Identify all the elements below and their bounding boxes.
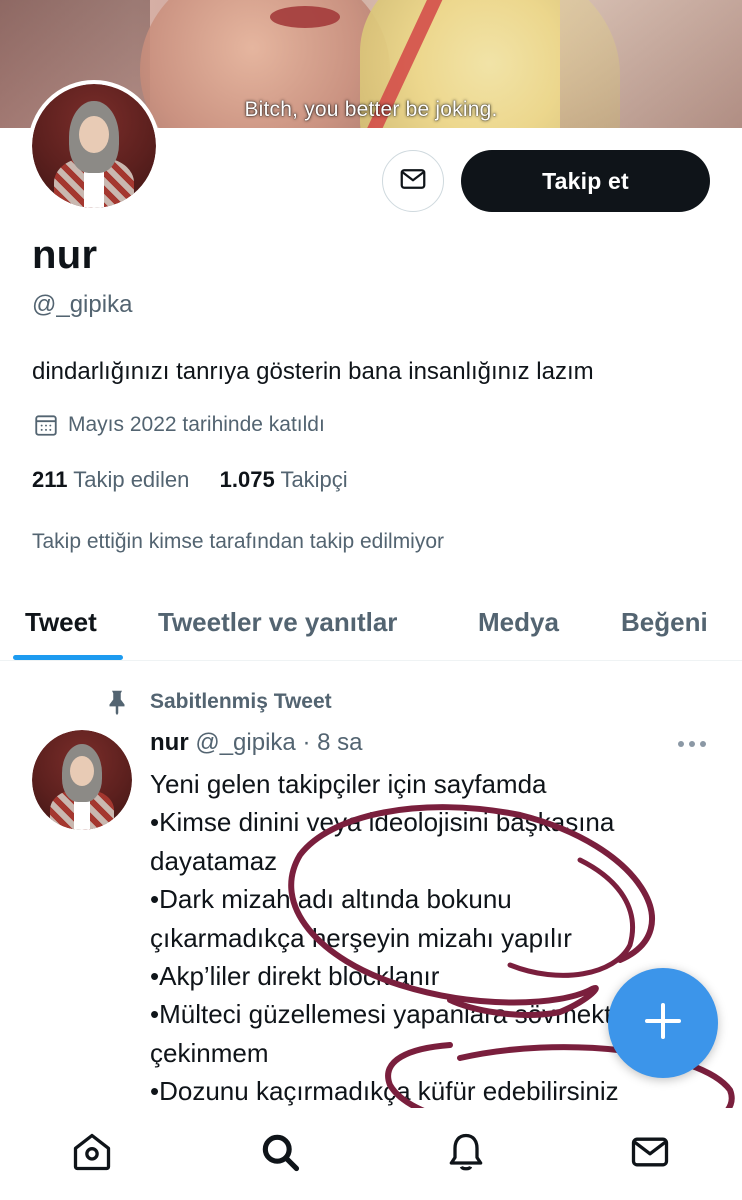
tweet-avatar[interactable] (32, 730, 132, 830)
follow-button[interactable]: Takip et (461, 150, 710, 212)
search-icon (258, 1130, 302, 1179)
pinned-tweet-label: Sabitlenmiş Tweet (100, 685, 332, 719)
pinned-text: Sabitlenmiş Tweet (150, 690, 332, 713)
tab-media[interactable]: Medya (478, 585, 559, 660)
avatar-image (32, 84, 156, 208)
tweet-author-name[interactable]: nur (150, 729, 189, 756)
bell-icon (444, 1130, 488, 1179)
followers-label: Takipçi (280, 467, 348, 492)
tweet-line: •Dark mizah adı altında bokunu (150, 884, 512, 915)
tab-tweet[interactable]: Tweet (25, 585, 97, 660)
mutuals-note: Takip ettiğin kimse tarafından takip edi… (32, 530, 445, 553)
plus-icon (643, 1001, 683, 1046)
pin-icon (100, 685, 134, 719)
tweet-separator: · (302, 729, 311, 756)
followers-count: 1.075 (219, 467, 275, 492)
tweet-author-handle[interactable]: @_gipika (195, 729, 295, 756)
tweet-line: çıkarmadıkça herşeyin mizahı yapılır (150, 922, 572, 953)
tweet-avatar-image (32, 730, 132, 830)
tweet-line: Yeni gelen takipçiler için sayfamda (150, 769, 547, 799)
compose-button[interactable] (608, 968, 718, 1078)
profile-bio: dindarlığınızı tanrıya gösterin bana ins… (32, 358, 594, 385)
tab-likes[interactable]: Beğeni (621, 585, 708, 660)
mail-icon (628, 1130, 672, 1179)
profile-page: Bitch, you better be joking. Takip et nu… (0, 0, 742, 1200)
tweet-line: dayatamaz (150, 845, 278, 876)
nav-messages[interactable] (626, 1130, 674, 1178)
tweet-line: •Dozunu kaçırmadıkça küfür edebilirsiniz (150, 1076, 619, 1107)
tweet-header: nur @_gipika · 8 sa (150, 729, 362, 757)
home-icon (70, 1130, 114, 1179)
nav-notifications[interactable] (442, 1130, 490, 1178)
more-icon[interactable] (672, 730, 712, 758)
calendar-icon (32, 411, 60, 439)
joined-date: Mayıs 2022 tarihinde katıldı (32, 411, 325, 439)
followers-link[interactable]: 1.075 Takipçi (220, 467, 348, 492)
following-link[interactable]: 211 Takip edilen (32, 467, 196, 492)
tab-tweets-and-replies[interactable]: Tweetler ve yanıtlar (158, 585, 397, 660)
avatar-face (70, 756, 94, 786)
nav-home[interactable] (68, 1130, 116, 1178)
nav-search[interactable] (256, 1130, 304, 1178)
follow-stats: 211 Takip edilen 1.075 Takipçi (32, 467, 348, 493)
bottom-navigation (0, 1108, 742, 1200)
profile-handle: @_gipika (32, 291, 133, 318)
banner-lips (270, 6, 340, 28)
following-count: 211 (32, 467, 68, 492)
active-tab-indicator (13, 655, 123, 660)
tweet-time[interactable]: 8 sa (317, 729, 362, 756)
mail-icon (398, 164, 428, 199)
following-label: Takip edilen (73, 467, 190, 492)
avatar-face (79, 116, 109, 154)
message-button[interactable] (382, 150, 444, 212)
profile-avatar[interactable] (28, 80, 160, 212)
display-name: nur (32, 233, 98, 277)
joined-text: Mayıs 2022 tarihinde katıldı (68, 413, 325, 436)
profile-tabs: Tweet Tweetler ve yanıtlar Medya Beğeni (0, 585, 742, 661)
tweet-line: •Kimse dinini veya ideolojisini başkasın… (150, 807, 615, 838)
